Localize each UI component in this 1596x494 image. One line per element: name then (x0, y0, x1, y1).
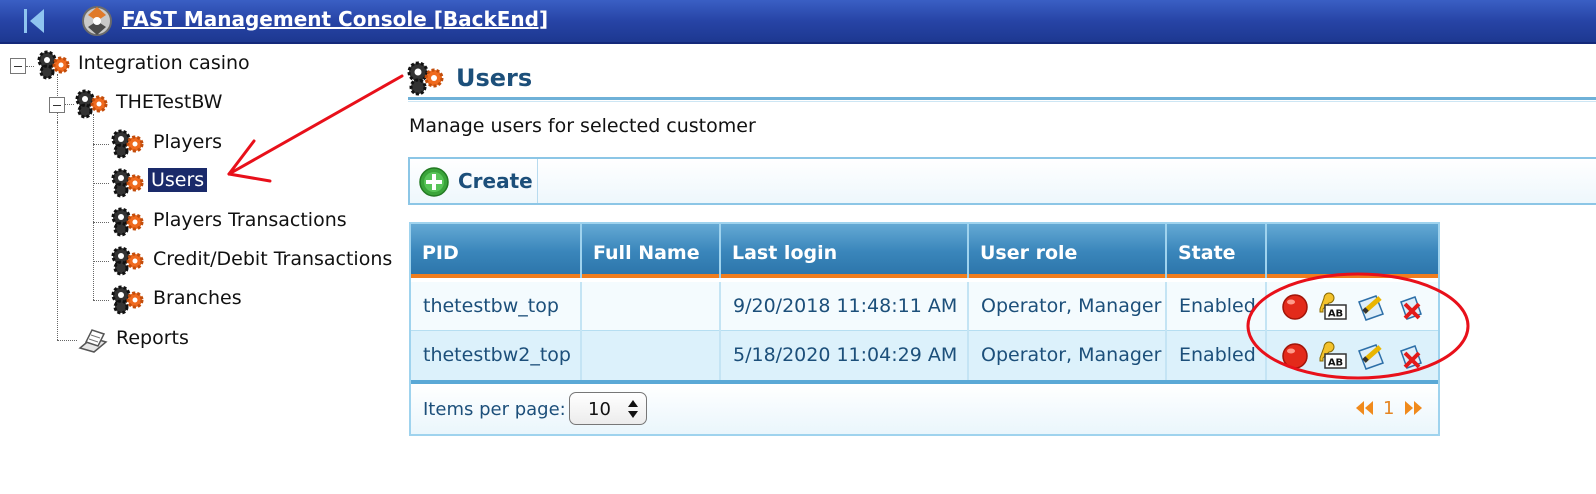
rename-icon[interactable]: AB (1317, 341, 1347, 371)
disable-icon[interactable] (1280, 341, 1310, 371)
tree-item-branches[interactable]: Branches (150, 286, 245, 310)
column-header-state[interactable]: State (1167, 224, 1267, 278)
items-per-page-label: Items per page: (423, 399, 566, 420)
create-button[interactable]: Create (410, 159, 538, 203)
cell-last-login: 9/20/2018 11:48:11 AM (721, 282, 969, 331)
column-header-pid[interactable]: PID (411, 224, 582, 278)
column-header-user-role[interactable]: User role (969, 224, 1167, 278)
cell-full-name (582, 282, 721, 331)
users-gear-icon (407, 61, 444, 96)
tree-item-users[interactable]: Users (148, 168, 208, 192)
delete-icon[interactable] (1395, 292, 1425, 322)
page-subtitle: Manage users for selected customer (409, 115, 756, 137)
pager-first-icon[interactable] (1355, 400, 1375, 416)
title-divider-shadow (408, 101, 1596, 102)
cell-user-role: Operator, Manager (969, 331, 1167, 380)
tree-item-integration-casino[interactable]: Integration casino (75, 51, 253, 75)
table-footer: Items per page: 10 1 (411, 384, 1438, 434)
app-window: FAST Management Console [BackEnd] Integr… (0, 0, 1596, 494)
create-button-label: Create (458, 169, 533, 193)
svg-text:AB: AB (1328, 309, 1343, 320)
gear-cluster-icon (111, 285, 144, 315)
cell-pid[interactable]: thetestbw_top (411, 282, 582, 331)
tree-collapse-toggle[interactable] (49, 97, 65, 113)
column-header-full-name[interactable]: Full Name (582, 224, 721, 278)
app-title-link[interactable]: FAST Management Console [BackEnd] (122, 7, 548, 31)
table-row[interactable]: thetestbw2_top 5/18/2020 11:04:29 AM Ope… (411, 331, 1438, 380)
rename-icon[interactable]: AB (1317, 292, 1347, 322)
select-arrows-icon (628, 400, 638, 418)
title-divider (408, 97, 1596, 100)
tree-item-reports[interactable]: Reports (113, 326, 192, 350)
app-logo-icon (82, 6, 112, 36)
column-header-actions (1267, 224, 1438, 278)
gear-cluster-icon (111, 129, 144, 159)
page-title: Users (456, 64, 533, 92)
tree-item-players-transactions[interactable]: Players Transactions (150, 208, 350, 232)
cell-state: Enabled (1167, 331, 1267, 380)
gear-cluster-icon (111, 168, 144, 198)
gear-cluster-icon (75, 89, 108, 119)
gear-cluster-icon (111, 246, 144, 276)
items-per-page-value: 10 (588, 399, 611, 420)
items-per-page-select[interactable]: 10 (569, 392, 647, 425)
toolbar: Create (408, 157, 1596, 205)
pager-current-page[interactable]: 1 (1383, 398, 1394, 419)
edit-icon[interactable] (1356, 341, 1386, 371)
table-row[interactable]: thetestbw_top 9/20/2018 11:48:11 AM Oper… (411, 282, 1438, 331)
tree-item-thetestbw[interactable]: THETestBW (113, 90, 225, 114)
collapse-panel-icon[interactable] (18, 6, 52, 36)
gear-cluster-icon (37, 50, 70, 80)
gear-cluster-icon (111, 207, 144, 237)
disable-icon[interactable] (1280, 292, 1310, 322)
table-header: PID Full Name Last login User role State (411, 224, 1438, 278)
cell-last-login: 5/18/2020 11:04:29 AM (721, 331, 969, 380)
tree-item-credit-debit-transactions[interactable]: Credit/Debit Transactions (150, 247, 395, 271)
cell-user-role: Operator, Manager (969, 282, 1167, 331)
cell-pid[interactable]: thetestbw2_top (411, 331, 582, 380)
cell-state: Enabled (1167, 282, 1267, 331)
navigation-tree: Integration casino THETestBW Players Use… (0, 46, 400, 366)
reports-icon (78, 329, 108, 353)
users-table: PID Full Name Last login User role State… (409, 222, 1440, 436)
pager-last-icon[interactable] (1403, 400, 1423, 416)
tree-item-players[interactable]: Players (150, 130, 225, 154)
delete-icon[interactable] (1395, 341, 1425, 371)
cell-full-name (582, 331, 721, 380)
header-bar: FAST Management Console [BackEnd] (0, 0, 1596, 44)
edit-icon[interactable] (1356, 292, 1386, 322)
plus-circle-icon (419, 167, 449, 197)
tree-collapse-toggle[interactable] (10, 58, 26, 74)
column-header-last-login[interactable]: Last login (721, 224, 969, 278)
svg-text:AB: AB (1328, 358, 1343, 369)
